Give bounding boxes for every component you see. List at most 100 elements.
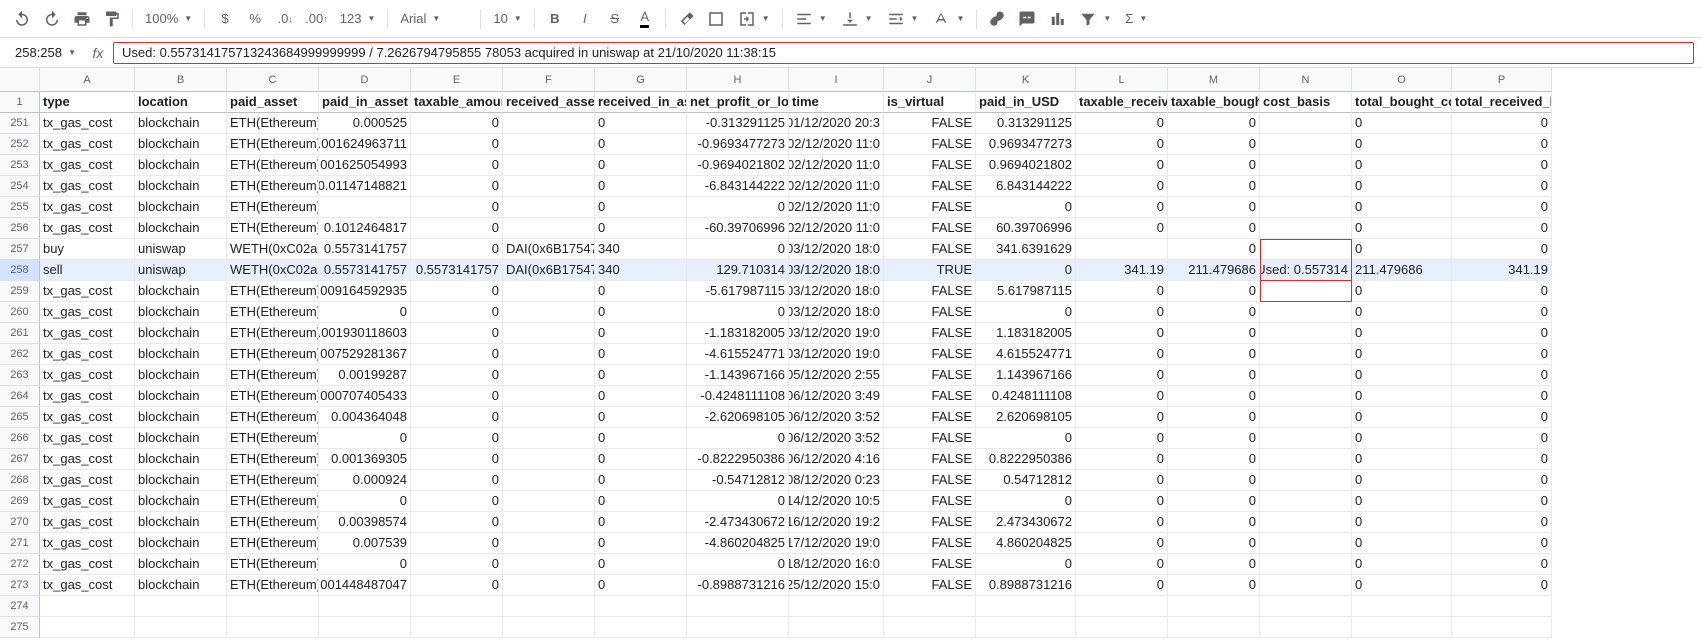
name-box[interactable]: 258:258 ▼ [8, 42, 83, 64]
cell[interactable]: 0 [976, 197, 1076, 218]
cell[interactable] [1260, 428, 1352, 449]
column-header-I[interactable]: I [789, 68, 884, 92]
cell[interactable]: -1.183182005 [687, 323, 789, 344]
row-header[interactable]: 253 [0, 155, 40, 176]
cell[interactable] [503, 155, 595, 176]
text-rotation-dropdown[interactable]: ▼ [926, 5, 970, 33]
cell[interactable]: blockchain [135, 512, 227, 533]
cell[interactable]: 03/12/2020 18:0 [789, 239, 884, 260]
cell[interactable]: 0.001625054993 [319, 155, 411, 176]
cell[interactable]: 03/12/2020 18:0 [789, 281, 884, 302]
cell[interactable]: 01/12/2020 20:3 [789, 113, 884, 134]
cell[interactable]: 0 [1076, 323, 1168, 344]
cell[interactable]: ETH(Ethereum) [227, 533, 319, 554]
fill-color-button[interactable] [672, 5, 700, 33]
cell[interactable]: 0 [1352, 407, 1452, 428]
cell[interactable]: 0 [1168, 176, 1260, 197]
cell[interactable]: 340 [595, 260, 687, 281]
cell[interactable]: ETH(Ethereum) [227, 218, 319, 239]
decrease-decimal-button[interactable]: .0↓ [271, 5, 299, 33]
cell[interactable] [503, 617, 595, 638]
cell[interactable]: blockchain [135, 428, 227, 449]
cell[interactable] [503, 428, 595, 449]
row-header[interactable]: 260 [0, 302, 40, 323]
cell[interactable]: 0 [1076, 470, 1168, 491]
cell[interactable]: 0 [411, 449, 503, 470]
cell[interactable]: 0 [411, 323, 503, 344]
cell[interactable]: 0 [319, 302, 411, 323]
cell[interactable]: 0 [411, 281, 503, 302]
cell[interactable]: 0 [411, 239, 503, 260]
cell[interactable]: 0 [595, 218, 687, 239]
column-header-J[interactable]: J [884, 68, 976, 92]
row-header[interactable]: 252 [0, 134, 40, 155]
cell[interactable]: 0 [1452, 365, 1552, 386]
cell[interactable] [1260, 176, 1352, 197]
cell[interactable]: 0.01147148821 [319, 176, 411, 197]
header-cell[interactable]: total_received_in_USD [1452, 92, 1552, 113]
cell[interactable] [1260, 617, 1352, 638]
cell[interactable]: 0 [595, 386, 687, 407]
cell[interactable]: 0.1012464817 [319, 218, 411, 239]
cell[interactable] [40, 617, 135, 638]
cell[interactable]: 0.5573141757 [411, 260, 503, 281]
header-cell[interactable]: cost_basis [1260, 92, 1352, 113]
cell[interactable]: 0 [1452, 491, 1552, 512]
cell[interactable]: 0 [595, 344, 687, 365]
cell[interactable] [1260, 218, 1352, 239]
cell[interactable] [1260, 323, 1352, 344]
cell[interactable] [135, 596, 227, 617]
insert-chart-button[interactable] [1043, 5, 1071, 33]
cell[interactable]: blockchain [135, 365, 227, 386]
cell[interactable]: 0 [1168, 134, 1260, 155]
cell[interactable]: 14/12/2020 10:5 [789, 491, 884, 512]
row-header[interactable]: 262 [0, 344, 40, 365]
cell[interactable]: tx_gas_cost [40, 176, 135, 197]
header-cell[interactable]: type [40, 92, 135, 113]
cell[interactable]: blockchain [135, 176, 227, 197]
cell[interactable]: 0 [1452, 176, 1552, 197]
format-percent-button[interactable]: % [241, 5, 269, 33]
cell[interactable]: ETH(Ethereum) [227, 197, 319, 218]
cell[interactable]: blockchain [135, 113, 227, 134]
cell[interactable]: 0 [595, 533, 687, 554]
cell[interactable]: FALSE [884, 575, 976, 596]
cell[interactable]: 1.143967166 [976, 365, 1076, 386]
cell[interactable]: 0 [976, 428, 1076, 449]
cell[interactable] [503, 176, 595, 197]
cell[interactable]: 0 [1076, 176, 1168, 197]
insert-link-button[interactable] [983, 5, 1011, 33]
header-cell[interactable]: net_profit_or_loss [687, 92, 789, 113]
cell[interactable]: 0 [595, 197, 687, 218]
cell[interactable] [503, 512, 595, 533]
cell[interactable]: blockchain [135, 281, 227, 302]
cell[interactable]: 0 [1452, 134, 1552, 155]
cell[interactable]: 5.617987115 [976, 281, 1076, 302]
cell[interactable] [503, 386, 595, 407]
cell[interactable]: FALSE [884, 176, 976, 197]
cell[interactable]: FALSE [884, 218, 976, 239]
cell[interactable] [411, 596, 503, 617]
column-header-D[interactable]: D [319, 68, 411, 92]
horizontal-align-dropdown[interactable]: ▼ [789, 5, 833, 33]
cell[interactable] [227, 617, 319, 638]
header-cell[interactable]: received_in_asset [595, 92, 687, 113]
cell[interactable]: 0 [1452, 428, 1552, 449]
cell[interactable]: 0.000707405433 [319, 386, 411, 407]
cell[interactable]: 0.000525 [319, 113, 411, 134]
cell[interactable]: -0.9693477273 [687, 134, 789, 155]
cell[interactable] [503, 323, 595, 344]
cell[interactable]: 0 [411, 365, 503, 386]
cell[interactable]: 0 [411, 575, 503, 596]
cell[interactable]: tx_gas_cost [40, 323, 135, 344]
cell[interactable]: tx_gas_cost [40, 407, 135, 428]
cell[interactable]: 0 [1452, 575, 1552, 596]
zoom-dropdown[interactable]: 100%▼ [139, 5, 198, 33]
cell[interactable]: 0.5573141757 [319, 239, 411, 260]
cell[interactable]: 0 [319, 491, 411, 512]
cell[interactable]: tx_gas_cost [40, 197, 135, 218]
cell[interactable]: tx_gas_cost [40, 302, 135, 323]
cell[interactable] [503, 302, 595, 323]
cell[interactable]: 0 [687, 554, 789, 575]
column-header-P[interactable]: P [1452, 68, 1552, 92]
